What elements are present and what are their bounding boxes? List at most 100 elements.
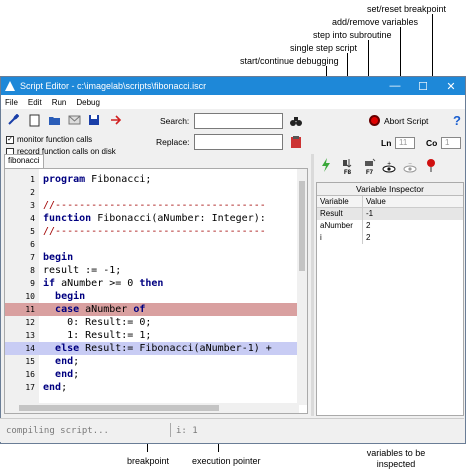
code-line[interactable]: 3 //----------------------------------- [5, 199, 297, 212]
inspector-header-row: Variable Value [317, 196, 463, 208]
replace-label: Replace: [156, 137, 190, 147]
code-line[interactable]: 17 end; [5, 381, 297, 394]
code-line[interactable]: 12 0: Result:= 0; [5, 316, 297, 329]
line-number: 4 [30, 214, 35, 223]
replace-input[interactable] [194, 134, 283, 150]
line-number: 9 [30, 279, 35, 288]
vertical-scroll-thumb[interactable] [299, 181, 305, 271]
line-number: 15 [25, 357, 35, 366]
exit-arrow-icon[interactable] [109, 113, 123, 127]
line-number-field[interactable]: 11 [395, 137, 415, 149]
stop-icon [369, 115, 380, 126]
step-into-icon[interactable] [363, 156, 377, 170]
code-line[interactable]: 13 1: Result:= 1; [5, 329, 297, 342]
code-line[interactable]: 1 program Fibonacci; [5, 173, 297, 186]
mail-icon[interactable] [67, 113, 81, 127]
menu-run[interactable]: Run [52, 98, 67, 107]
window-title: Script Editor - c:\imagelab\scripts\fibo… [20, 81, 207, 91]
save-icon[interactable] [87, 113, 101, 127]
monitor-calls-label: monitor function calls [17, 135, 93, 144]
code-editor[interactable]: 1 program Fibonacci; 2 3 //-----------------… [4, 168, 308, 414]
code-text: 0: Result:= 0; [43, 317, 152, 328]
open-folder-icon[interactable] [47, 113, 61, 127]
status-divider [170, 423, 171, 437]
callout-variables-inspected: variables to be inspected [366, 448, 426, 469]
status-message: compiling script... [6, 426, 109, 436]
code-text: program Fibonacci; [43, 174, 152, 185]
variable-value: 2 [366, 233, 371, 242]
clipboard-replace-icon[interactable] [289, 135, 303, 149]
callout-set-reset-breakpoint: set/reset breakpoint [367, 4, 447, 14]
code-line[interactable]: 8 result := -1; [5, 264, 297, 277]
inspector-header-variable: Variable [317, 196, 363, 207]
minimize-button[interactable]: — [381, 80, 409, 93]
code-line[interactable]: 11 case aNumber of [5, 303, 297, 316]
column-number-field[interactable]: 1 [441, 137, 461, 149]
code-line[interactable]: 10 begin [5, 290, 297, 303]
menu-debug[interactable]: Debug [76, 98, 100, 107]
remove-variable-eye-icon[interactable]: − [403, 160, 417, 174]
single-step-icon[interactable] [341, 156, 355, 170]
variable-value: 2 [366, 221, 371, 230]
add-variable-eye-icon[interactable]: + [382, 160, 396, 174]
code-line[interactable]: 4 function Fibonacci(aNumber: Integer): [5, 212, 297, 225]
code-line[interactable]: 2 [5, 186, 297, 199]
menu-file[interactable]: File [5, 98, 18, 107]
line-number: 10 [25, 292, 35, 301]
code-line[interactable]: 16 end; [5, 368, 297, 381]
callout-execution-pointer: execution pointer [192, 456, 261, 466]
vertical-scrollbar[interactable] [297, 169, 307, 405]
search-input[interactable] [194, 113, 283, 129]
menu-edit[interactable]: Edit [28, 98, 42, 107]
wrench-icon[interactable] [6, 113, 20, 127]
inspector-row[interactable]: aNumber 2 [317, 220, 463, 232]
pane-splitter[interactable] [311, 154, 314, 416]
line-number: 3 [30, 201, 35, 210]
line-number: 6 [30, 240, 35, 249]
inspector-row[interactable]: Result -1 [317, 208, 463, 220]
line-number: 11 [25, 305, 35, 314]
variable-name: aNumber [317, 220, 363, 232]
code-text: else Result:= Fibonacci(aNumber-1) + [55, 343, 272, 354]
code-line[interactable]: 6 [5, 238, 297, 251]
callout-step-into-subroutine: step into subroutine [313, 30, 392, 40]
maximize-button[interactable]: ☐ [409, 80, 437, 93]
line-number: 2 [30, 188, 35, 197]
abort-script-label: Abort Script [384, 115, 429, 126]
close-button[interactable]: ✕ [437, 80, 465, 93]
line-number: 13 [25, 331, 35, 340]
single-step-key: F8 [344, 170, 352, 176]
lightning-run-icon[interactable] [319, 158, 333, 172]
code-line[interactable]: 7 begin [5, 251, 297, 264]
help-icon[interactable]: ? [453, 113, 461, 128]
step-into-key: F7 [366, 170, 374, 176]
code-line[interactable]: 14 else Result:= Fibonacci(aNumber-1) + [5, 342, 297, 355]
line-number: 7 [30, 253, 35, 262]
variable-inspector: Variable Inspector Variable Value Result… [316, 182, 464, 416]
variable-name: i [317, 232, 363, 244]
breakpoint-pin-icon[interactable] [424, 158, 438, 172]
column-label: Co [426, 138, 438, 148]
line-number: 1 [30, 175, 35, 184]
inspector-row[interactable]: i 2 [317, 232, 463, 244]
code-line[interactable]: 9 if aNumber >= 0 then [5, 277, 297, 290]
horizontal-scrollbar[interactable] [5, 403, 299, 413]
code-text: if aNumber >= 0 then [43, 278, 164, 289]
line-number: 17 [25, 383, 35, 392]
code-line[interactable]: 5 //----------------------------------- [5, 225, 297, 238]
code-line[interactable]: 15 end; [5, 355, 297, 368]
abort-script-button[interactable]: Abort Script [369, 115, 428, 126]
code-text: case aNumber of [55, 304, 146, 315]
debug-toolbar: F8 F7 + − [316, 154, 464, 180]
code-text: begin [43, 252, 74, 263]
horizontal-scroll-thumb[interactable] [19, 405, 219, 411]
callout-start-continue-debugging: start/continue debugging [240, 56, 339, 66]
monitor-calls-checkbox[interactable]: ✓ monitor function calls [6, 135, 92, 144]
binoculars-icon[interactable] [289, 114, 303, 128]
code-text: 1: Result:= 1; [43, 330, 152, 341]
menu-bar: File Edit Run Debug [1, 95, 465, 109]
tab-fibonacci[interactable]: fibonacci [4, 154, 44, 168]
monitor-check-box[interactable]: ✓ [6, 135, 14, 144]
variable-value: -1 [366, 209, 374, 218]
new-file-icon[interactable] [27, 113, 41, 127]
